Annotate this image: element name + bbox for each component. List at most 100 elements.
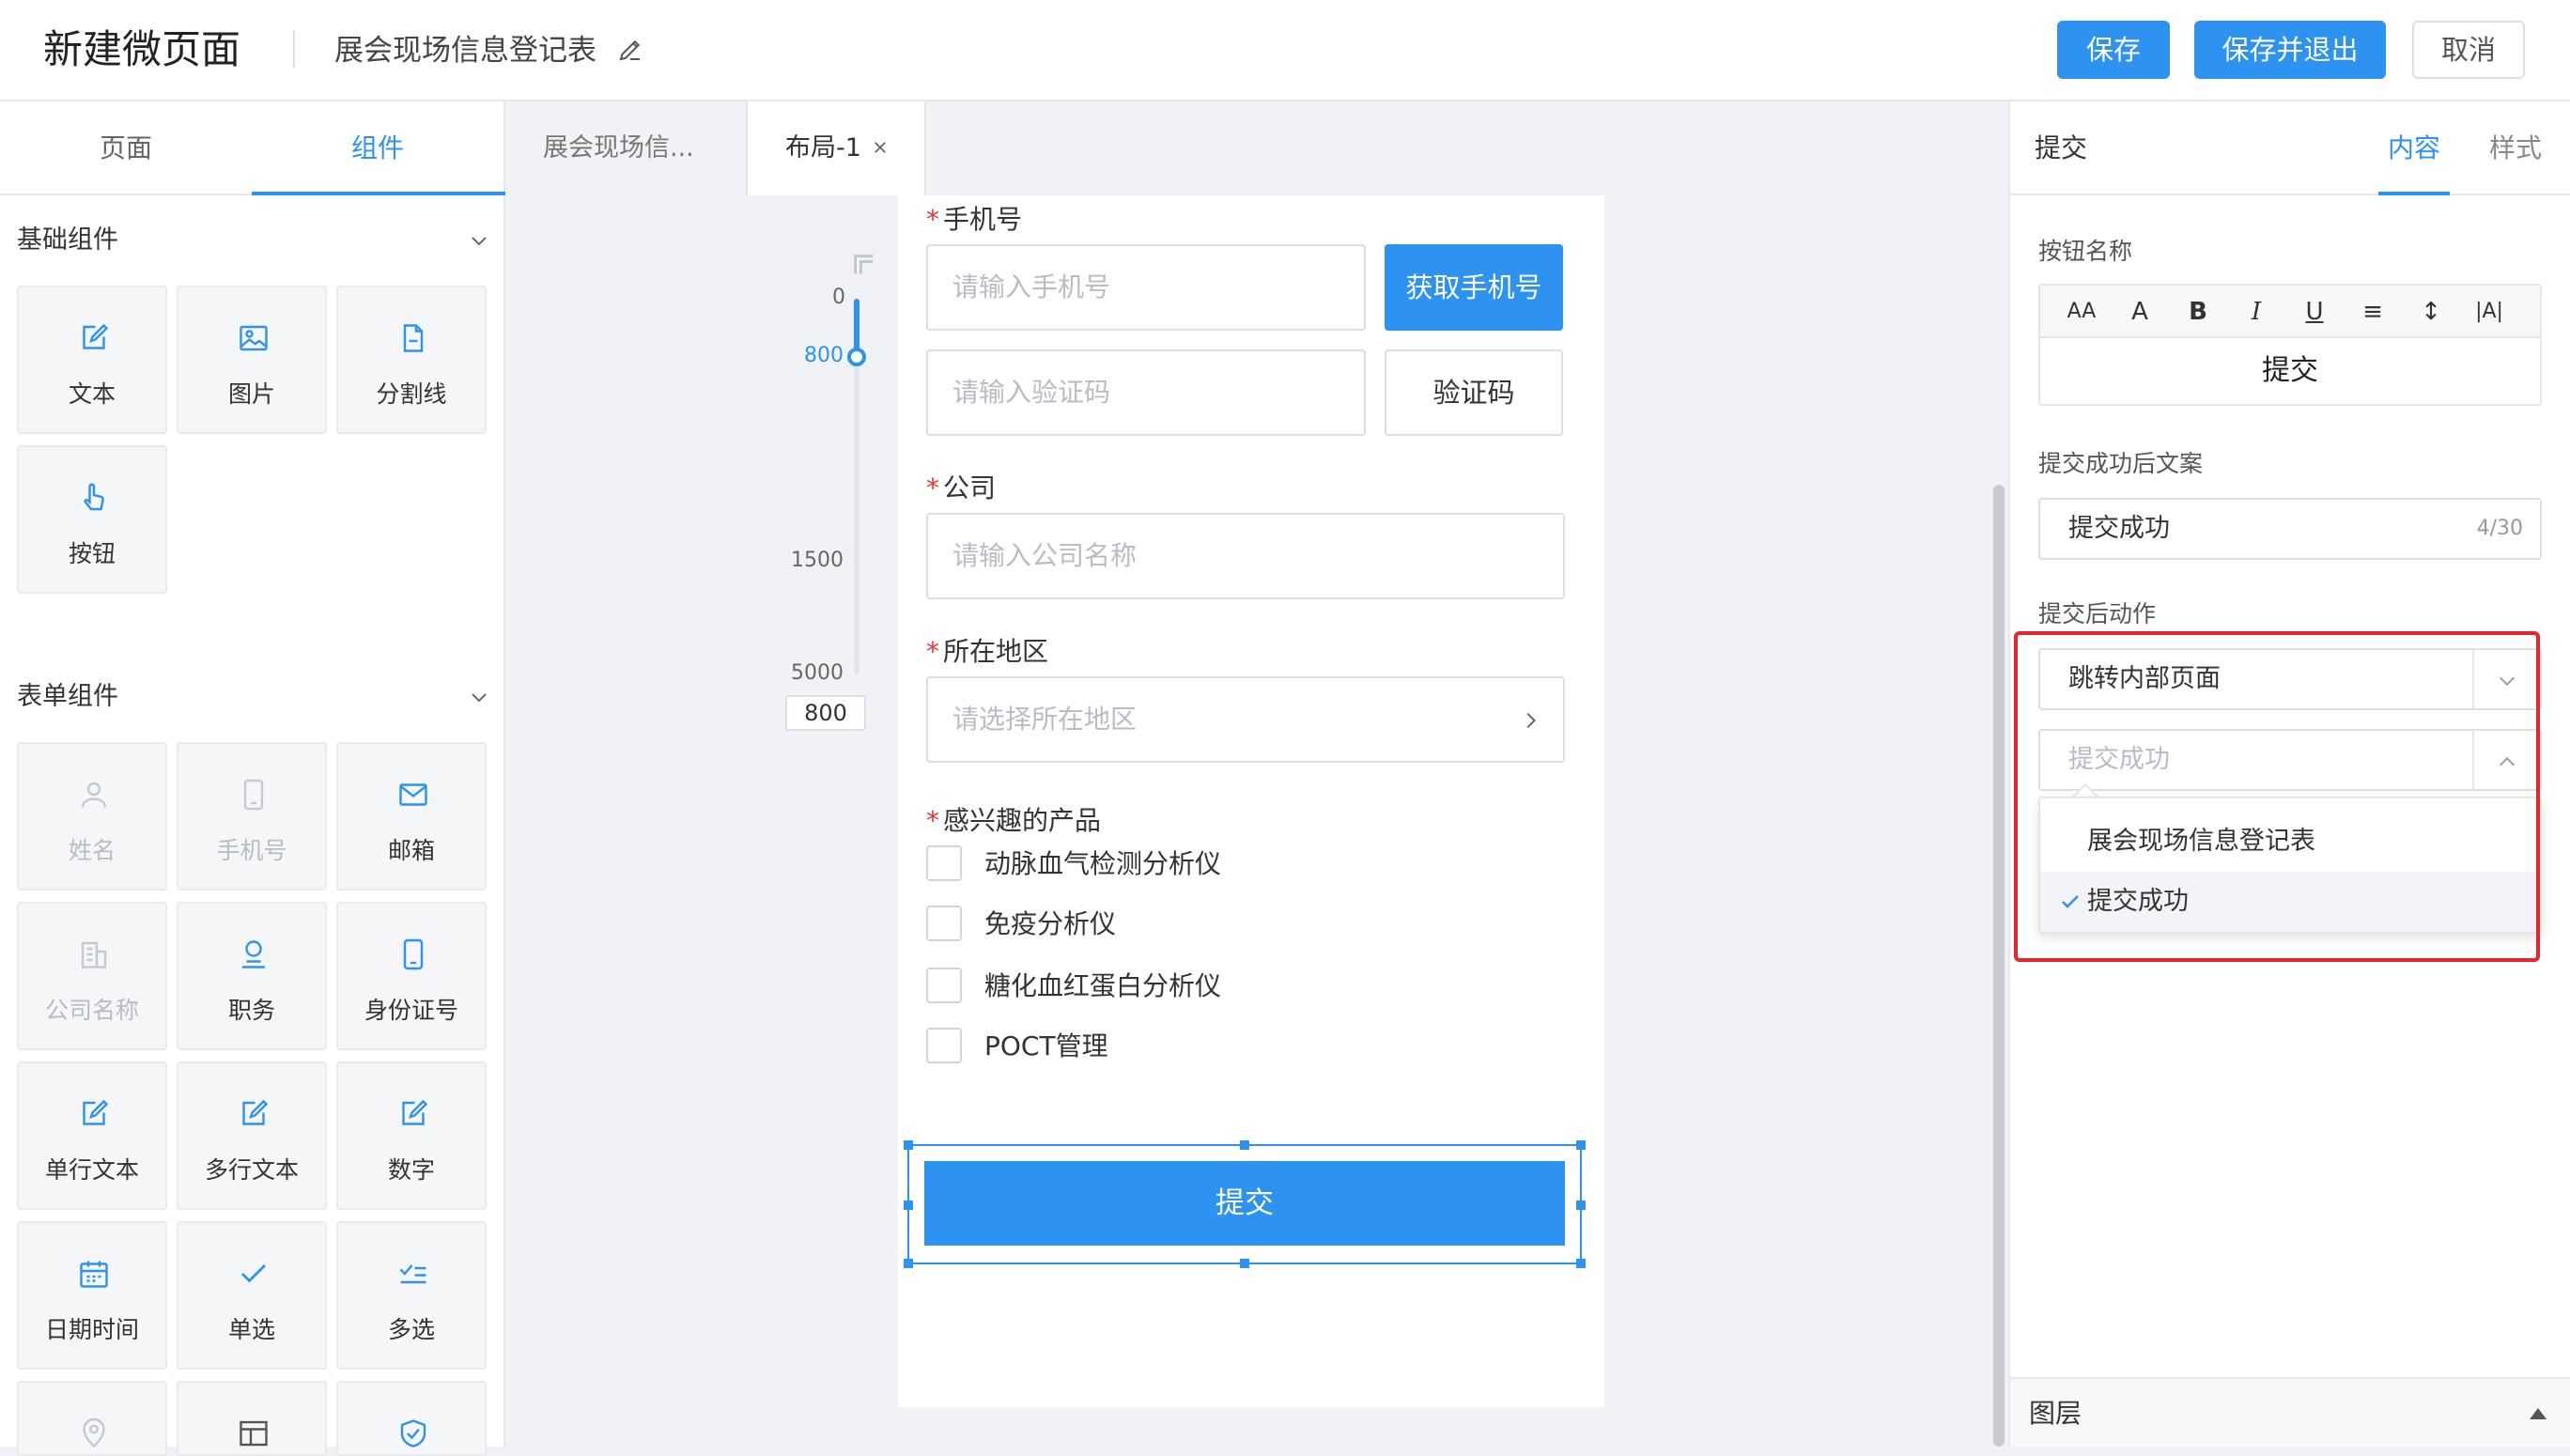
dropdown-option-selected[interactable]: 提交成功 xyxy=(2040,872,2540,932)
component-datetime[interactable]: 日期时间 xyxy=(17,1221,167,1370)
field-label-text: 手机号 xyxy=(943,204,1023,235)
component-name[interactable]: 姓名 xyxy=(17,742,167,891)
letter-spacing-button[interactable]: |A| xyxy=(2472,295,2506,329)
company-input[interactable]: 请输入公司名称 xyxy=(926,513,1565,599)
checkbox[interactable] xyxy=(926,845,962,881)
triangle-up-icon[interactable] xyxy=(2527,1403,2549,1422)
tab-label: 布局-1 xyxy=(785,133,861,163)
ruler-label-800: 800 xyxy=(804,344,844,367)
underline-button[interactable]: U xyxy=(2298,295,2331,329)
component-id-number[interactable]: 身份证号 xyxy=(336,902,487,1050)
component-security[interactable] xyxy=(336,1381,487,1456)
page-canvas: * 手机号 请输入手机号 获取手机号 请输入验证码 验证码 * 公司 请输入公司名称… xyxy=(898,195,1604,1407)
component-button[interactable]: 按钮 xyxy=(17,445,167,594)
italic-button[interactable]: I xyxy=(2239,295,2273,329)
component-location[interactable] xyxy=(17,1381,167,1456)
products-label: * 感兴趣的产品 xyxy=(926,800,1101,838)
get-phone-button[interactable]: 获取手机号 xyxy=(1385,244,1563,331)
location-icon xyxy=(77,1417,111,1450)
component-label: 邮箱 xyxy=(387,837,435,864)
region-select[interactable]: 请选择所在地区 xyxy=(926,676,1565,763)
checkbox[interactable] xyxy=(926,1028,962,1063)
component-multi-line[interactable]: 多行文本 xyxy=(177,1061,327,1210)
resize-handle[interactable] xyxy=(904,1200,913,1210)
tab-style[interactable]: 样式 xyxy=(2489,101,2542,195)
target-page-select[interactable]: 提交成功 xyxy=(2038,729,2542,791)
component-image[interactable]: 图片 xyxy=(177,286,327,434)
component-label: 图片 xyxy=(227,380,275,408)
component-company[interactable]: 公司名称 xyxy=(17,902,167,1050)
resize-handle[interactable] xyxy=(904,1259,913,1268)
section-form-components[interactable]: 表单组件 xyxy=(17,678,490,716)
pencil-icon[interactable] xyxy=(616,36,644,64)
component-label: 日期时间 xyxy=(44,1316,139,1343)
component-checkbox[interactable]: 多选 xyxy=(336,1221,487,1370)
checkbox[interactable] xyxy=(926,968,962,1003)
component-email[interactable]: 邮箱 xyxy=(336,742,487,891)
save-and-exit-button[interactable]: 保存并退出 xyxy=(2194,21,2386,79)
resize-handle[interactable] xyxy=(904,1140,913,1150)
after-action-select[interactable]: 跳转内部页面 xyxy=(2038,648,2542,710)
component-label: 按钮 xyxy=(68,540,116,567)
char-count: 4/30 xyxy=(2476,517,2523,540)
save-button[interactable]: 保存 xyxy=(2057,21,2170,79)
component-radio[interactable]: 单选 xyxy=(177,1221,327,1370)
resize-handle[interactable] xyxy=(1576,1200,1586,1210)
verification-code-input[interactable]: 请输入验证码 xyxy=(926,349,1366,436)
section-basic-components[interactable]: 基础组件 xyxy=(17,222,490,259)
font-size-button[interactable]: AA xyxy=(2065,295,2098,329)
verification-code-button[interactable]: 验证码 xyxy=(1385,349,1563,436)
target-page-dropdown: 展会现场信息登记表 提交成功 xyxy=(2038,797,2542,934)
chevron-up-icon xyxy=(2497,751,2517,772)
submit-button[interactable]: 提交 xyxy=(924,1161,1565,1246)
shield-icon xyxy=(396,1417,430,1450)
select-divider xyxy=(2472,650,2474,708)
phone-input[interactable]: 请输入手机号 xyxy=(926,244,1366,331)
resize-handle[interactable] xyxy=(1240,1259,1249,1268)
required-mark: * xyxy=(926,636,939,667)
align-button[interactable]: ≡ xyxy=(2356,295,2390,329)
resize-handle[interactable] xyxy=(1576,1259,1586,1268)
company-label: * 公司 xyxy=(926,468,996,505)
cancel-button[interactable]: 取消 xyxy=(2412,21,2525,79)
tab-form-page[interactable]: 展会现场信... xyxy=(505,101,748,195)
component-table[interactable] xyxy=(177,1381,327,1456)
button-name-editor[interactable]: 提交 xyxy=(2038,336,2542,406)
component-label: 分割线 xyxy=(376,380,447,408)
component-phone[interactable]: 手机号 xyxy=(177,742,327,891)
component-label: 身份证号 xyxy=(364,997,458,1024)
component-text[interactable]: 文本 xyxy=(17,286,167,434)
region-placeholder: 请选择所在地区 xyxy=(952,704,1138,735)
option-label: 提交成功 xyxy=(2087,887,2189,916)
mobile-icon xyxy=(396,937,430,971)
tab-components[interactable]: 组件 xyxy=(252,101,503,195)
layers-label: 图层 xyxy=(2029,1398,2082,1429)
success-text-input[interactable]: 提交成功 4/30 xyxy=(2038,498,2542,560)
chevron-right-icon xyxy=(1520,710,1540,731)
component-divider[interactable]: 分割线 xyxy=(336,286,487,434)
dropdown-option[interactable]: 展会现场信息登记表 xyxy=(2040,812,2540,872)
component-position[interactable]: 职务 xyxy=(177,902,327,1050)
resize-handle[interactable] xyxy=(1576,1140,1586,1150)
check-icon xyxy=(2059,891,2082,913)
corner-icon[interactable] xyxy=(851,252,877,278)
font-color-button[interactable]: A xyxy=(2123,295,2157,329)
tab-content[interactable]: 内容 xyxy=(2388,101,2440,195)
edit-icon xyxy=(77,321,111,355)
checkbox[interactable] xyxy=(926,906,962,941)
layers-bar[interactable]: 图层 xyxy=(2010,1377,2570,1447)
resize-handle[interactable] xyxy=(1240,1140,1249,1150)
tab-page[interactable]: 页面 xyxy=(0,101,252,195)
height-ruler-handle[interactable] xyxy=(847,348,866,366)
height-value-input[interactable]: 800 xyxy=(785,695,866,731)
line-height-button[interactable]: ↕ xyxy=(2414,295,2448,329)
building-icon xyxy=(77,937,111,971)
bold-button[interactable]: B xyxy=(2181,295,2215,329)
success-text-value: 提交成功 xyxy=(2068,514,2170,543)
component-single-line[interactable]: 单行文本 xyxy=(17,1061,167,1210)
close-icon[interactable] xyxy=(872,139,889,156)
canvas-scrollbar[interactable] xyxy=(1993,485,2005,1447)
component-number[interactable]: 数字 xyxy=(336,1061,487,1210)
tab-layout-1[interactable]: 布局-1 xyxy=(748,101,926,195)
document-title[interactable]: 展会现场信息登记表 xyxy=(334,24,596,77)
